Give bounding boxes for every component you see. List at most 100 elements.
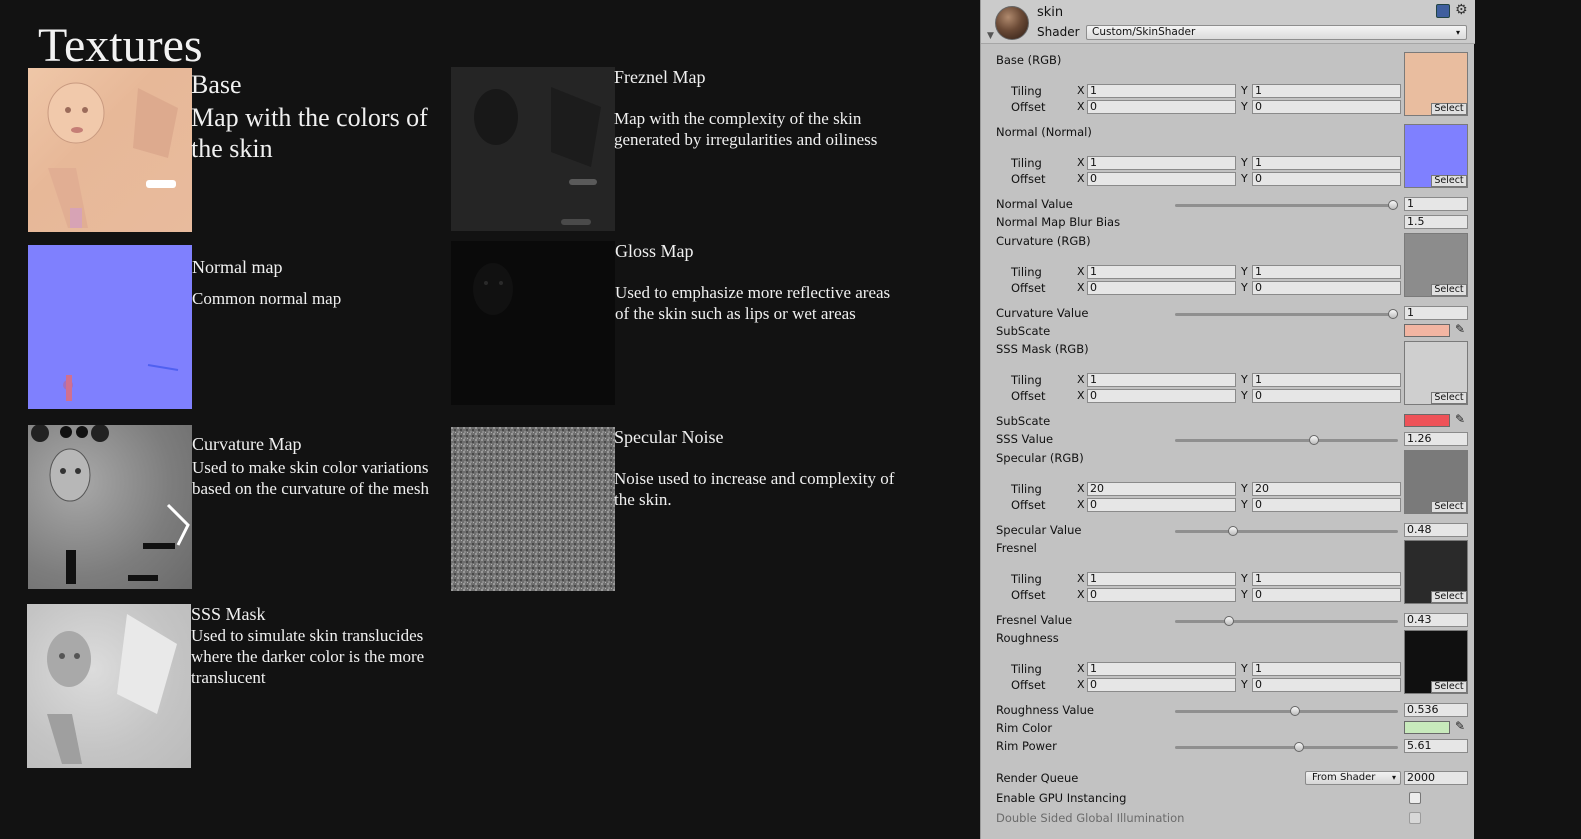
tiling-x-field[interactable]: 20 xyxy=(1087,482,1236,496)
noise-texture-thumbnail xyxy=(451,427,615,591)
tiling-label: Tiling xyxy=(1011,84,1042,98)
normal-description: Common normal map xyxy=(192,289,342,308)
slider-knob[interactable] xyxy=(1309,435,1320,445)
sss-value-field[interactable]: 1.26 xyxy=(1404,432,1468,446)
base-texture-thumbnail xyxy=(28,68,192,232)
fresnel-value-field[interactable]: 0.43 xyxy=(1404,613,1468,627)
offset-x-field[interactable]: 0 xyxy=(1087,588,1236,602)
offset-y-field[interactable]: 0 xyxy=(1252,588,1401,602)
texture-slot[interactable]: Select xyxy=(1404,124,1468,188)
tiling-x-field[interactable]: 1 xyxy=(1087,265,1236,279)
normal-value-field[interactable]: 1 xyxy=(1404,197,1468,211)
offset-x-field[interactable]: 0 xyxy=(1087,678,1236,692)
specular-value-field[interactable]: 0.48 xyxy=(1404,523,1468,537)
normal-blur-field[interactable]: 1.5 xyxy=(1404,215,1468,229)
subscate-color-swatch[interactable] xyxy=(1404,324,1450,337)
roughness-value-label: Roughness Value xyxy=(996,703,1094,717)
tiling-y-field[interactable]: 1 xyxy=(1252,156,1401,170)
eyedropper-icon[interactable]: ✎ xyxy=(1455,412,1465,426)
double-sided-gi-checkbox[interactable] xyxy=(1409,812,1421,824)
rim-power-slider[interactable] xyxy=(1175,742,1398,752)
tiling-y-field[interactable]: 1 xyxy=(1252,662,1401,676)
offset-y-field[interactable]: 0 xyxy=(1252,389,1401,403)
select-button[interactable]: Select xyxy=(1431,392,1467,404)
tiling-x-field[interactable]: 1 xyxy=(1087,572,1236,586)
select-button[interactable]: Select xyxy=(1431,175,1467,187)
offset-y-field[interactable]: 0 xyxy=(1252,100,1401,114)
y-label: Y xyxy=(1241,84,1248,97)
tiling-y-field[interactable]: 1 xyxy=(1252,265,1401,279)
shader-dropdown[interactable]: Custom/SkinShader ▾ xyxy=(1086,25,1467,40)
texture-slot[interactable]: Select xyxy=(1404,540,1468,604)
offset-y-field[interactable]: 0 xyxy=(1252,678,1401,692)
x-label: X xyxy=(1077,265,1085,278)
offset-x-field[interactable]: 0 xyxy=(1087,100,1236,114)
sss-value-slider[interactable] xyxy=(1175,435,1398,445)
gpu-instancing-checkbox[interactable] xyxy=(1409,792,1421,804)
curvature-value-slider[interactable] xyxy=(1175,309,1398,319)
eyedropper-icon[interactable]: ✎ xyxy=(1455,322,1465,336)
curvature-value-field[interactable]: 1 xyxy=(1404,306,1468,320)
rim-power-field[interactable]: 5.61 xyxy=(1404,739,1468,753)
offset-x-field[interactable]: 0 xyxy=(1087,498,1236,512)
tiling-x-field[interactable]: 1 xyxy=(1087,373,1236,387)
roughness-value-field[interactable]: 0.536 xyxy=(1404,703,1468,717)
texture-slot[interactable]: Select xyxy=(1404,450,1468,514)
rim-color-label: Rim Color xyxy=(996,721,1053,735)
specular-value-slider[interactable] xyxy=(1175,526,1398,536)
render-queue-dropdown[interactable]: From Shader ▾ xyxy=(1305,771,1401,785)
offset-y-field[interactable]: 0 xyxy=(1252,498,1401,512)
slider-knob[interactable] xyxy=(1294,742,1305,752)
render-queue-mode: From Shader xyxy=(1312,772,1376,783)
gear-icon[interactable]: ⚙ xyxy=(1455,2,1468,18)
offset-x-field[interactable]: 0 xyxy=(1087,281,1236,295)
offset-x-field[interactable]: 0 xyxy=(1087,172,1236,186)
offset-y-field[interactable]: 0 xyxy=(1252,172,1401,186)
tiling-y-field[interactable]: 20 xyxy=(1252,482,1401,496)
help-book-icon[interactable] xyxy=(1436,4,1450,18)
fresnel-title: Freznel Map xyxy=(614,67,706,87)
slider-knob[interactable] xyxy=(1388,200,1398,210)
offset-y-field[interactable]: 0 xyxy=(1252,281,1401,295)
slider-knob[interactable] xyxy=(1290,706,1301,716)
tiling-y-field[interactable]: 1 xyxy=(1252,572,1401,586)
slider-knob[interactable] xyxy=(1228,526,1239,536)
render-queue-label: Render Queue xyxy=(996,771,1079,785)
x-label: X xyxy=(1077,678,1085,691)
offset-x-field[interactable]: 0 xyxy=(1087,389,1236,403)
foldout-arrow-icon[interactable]: ▼ xyxy=(987,31,994,41)
rim-color-swatch[interactable] xyxy=(1404,721,1450,734)
texture-slot[interactable]: Select xyxy=(1404,341,1468,405)
tiling-x-field[interactable]: 1 xyxy=(1087,662,1236,676)
subscate-color-swatch-2[interactable] xyxy=(1404,414,1450,427)
fresnel-value-slider[interactable] xyxy=(1175,616,1398,626)
select-button[interactable]: Select xyxy=(1431,591,1467,603)
fresnel-value-label: Fresnel Value xyxy=(996,613,1073,627)
texture-label: Fresnel xyxy=(996,541,1037,555)
y-label: Y xyxy=(1241,482,1248,495)
texture-slot[interactable]: Select xyxy=(1404,52,1468,116)
x-label: X xyxy=(1077,389,1085,402)
select-button[interactable]: Select xyxy=(1431,103,1467,115)
normal-value-slider[interactable] xyxy=(1175,200,1398,210)
texture-slot[interactable]: Select xyxy=(1404,233,1468,297)
slider-knob[interactable] xyxy=(1388,309,1398,319)
texture-label: Specular (RGB) xyxy=(996,451,1084,465)
tiling-x-field[interactable]: 1 xyxy=(1087,84,1236,98)
sss-title: SSS Mask xyxy=(191,604,266,624)
texture-slot[interactable]: Select xyxy=(1404,630,1468,694)
roughness-value-slider[interactable] xyxy=(1175,706,1398,716)
tiling-label: Tiling xyxy=(1011,572,1042,586)
tiling-y-field[interactable]: 1 xyxy=(1252,84,1401,98)
gloss-texture-thumbnail xyxy=(451,241,615,405)
eyedropper-icon[interactable]: ✎ xyxy=(1455,719,1465,733)
slider-knob[interactable] xyxy=(1223,616,1234,626)
select-button[interactable]: Select xyxy=(1431,681,1467,693)
select-button[interactable]: Select xyxy=(1431,284,1467,296)
select-button[interactable]: Select xyxy=(1431,501,1467,513)
shader-label: Shader xyxy=(1037,25,1080,39)
y-label: Y xyxy=(1241,678,1248,691)
tiling-x-field[interactable]: 1 xyxy=(1087,156,1236,170)
render-queue-field[interactable]: 2000 xyxy=(1404,771,1468,785)
tiling-y-field[interactable]: 1 xyxy=(1252,373,1401,387)
